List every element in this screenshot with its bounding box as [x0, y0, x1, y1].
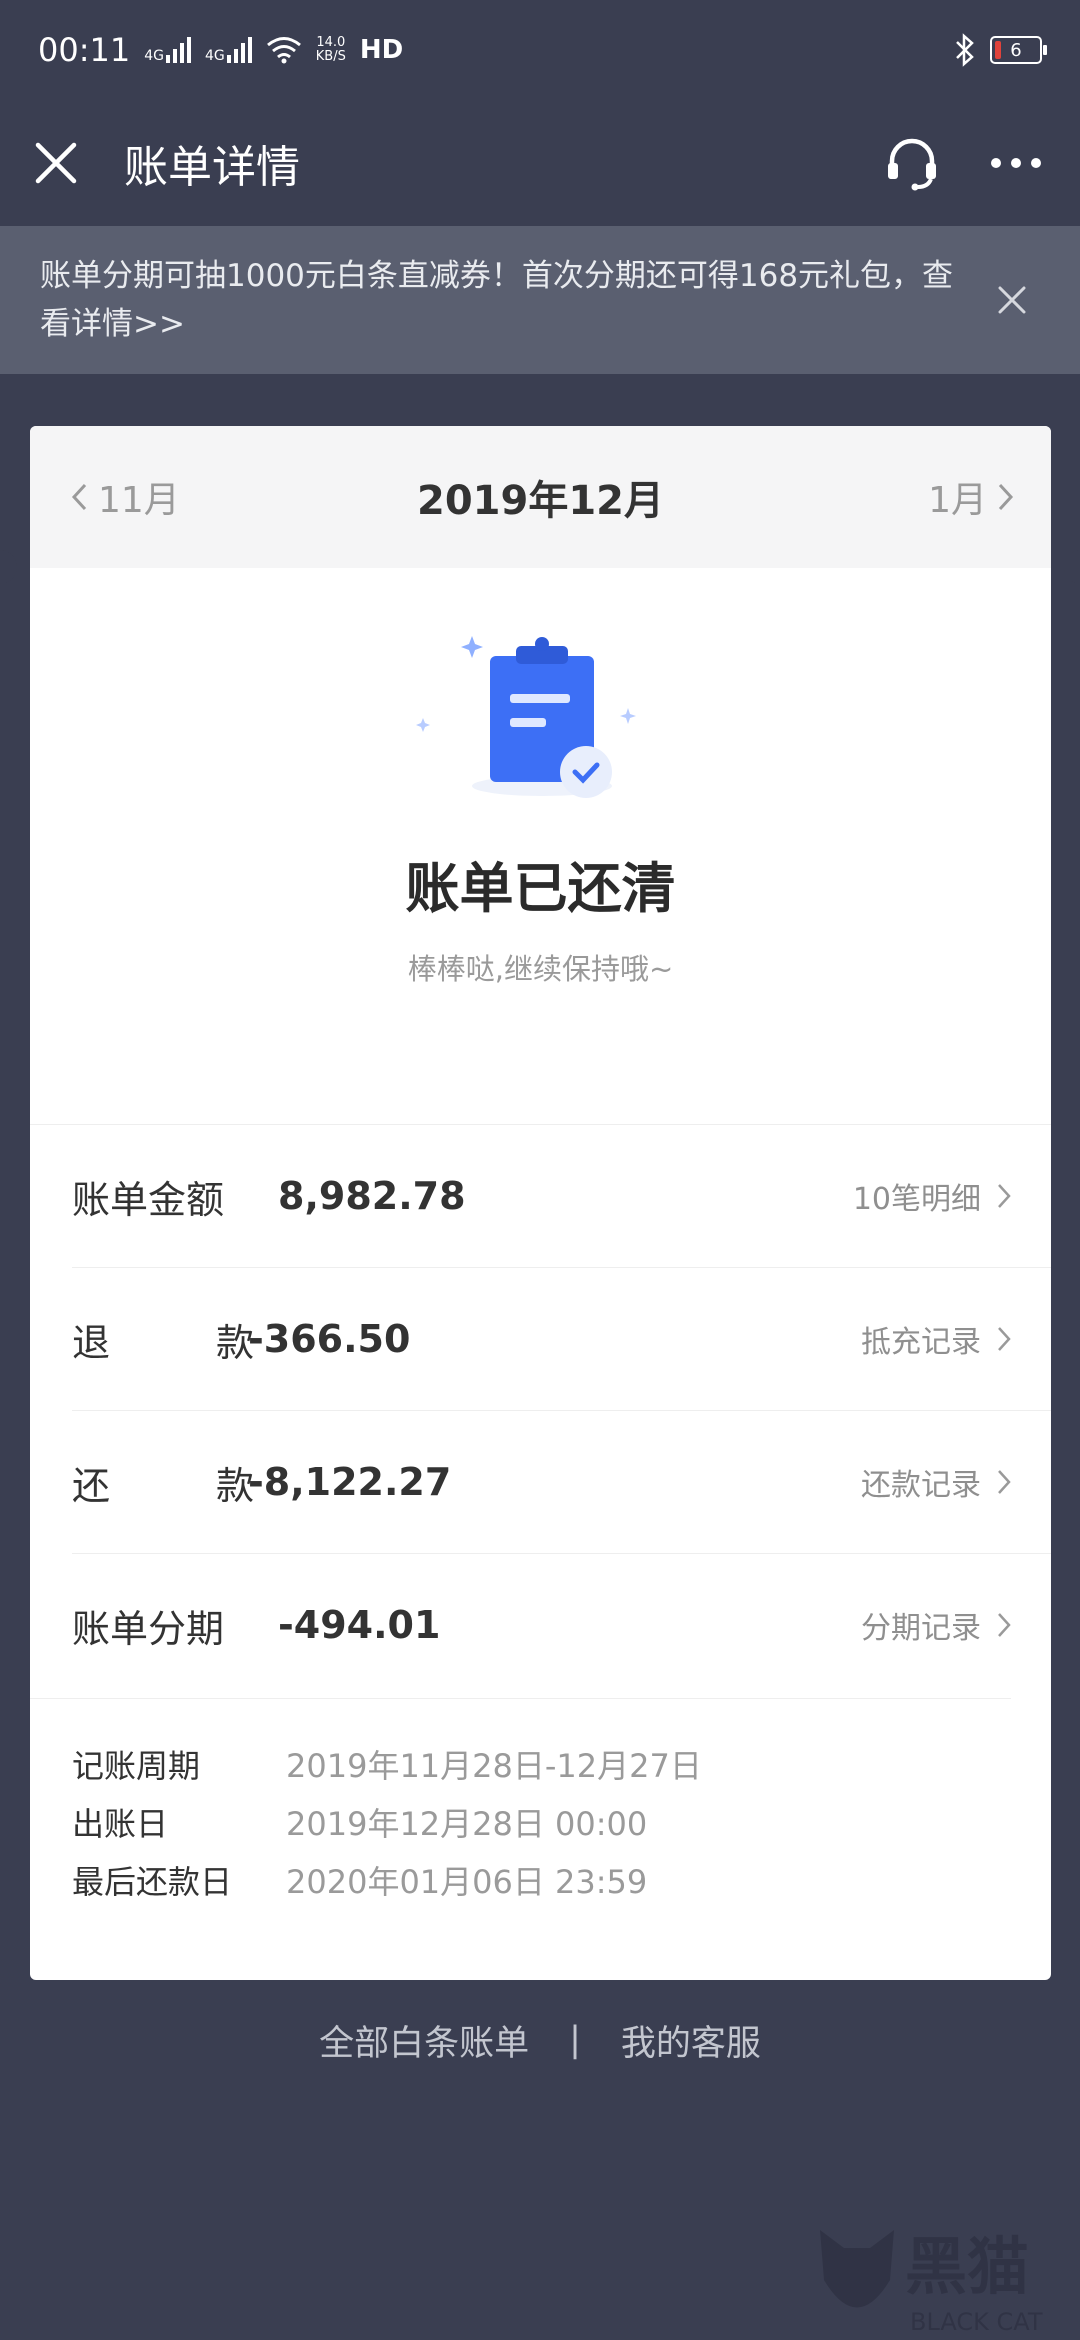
banner-close-button[interactable] — [984, 272, 1040, 328]
hd-indicator: HD — [359, 35, 404, 65]
watermark-sub: BLACK CAT — [910, 2308, 1043, 2336]
prev-month-label: 11月 — [98, 480, 180, 521]
chevron-right-icon — [998, 1327, 1011, 1351]
info-value: 2019年12月28日 00:00 — [286, 1805, 648, 1843]
info-key: 最后还款日 — [72, 1863, 233, 1901]
page-title: 账单详情 — [124, 142, 300, 193]
info-value: 2019年11月28日-12月27日 — [286, 1747, 702, 1785]
row-label: 退款 — [72, 1320, 254, 1365]
app-header: 账单详情 — [0, 100, 1080, 226]
next-month-button[interactable]: 1月 — [928, 471, 1015, 523]
month-navigator: 11月 2019年12月 1月 — [0, 426, 1080, 584]
card-notch — [1064, 550, 1080, 584]
net-speed: 14.0 KB/S — [315, 35, 346, 64]
repayment-row[interactable]: 还款 -8,122.27 还款记录 — [72, 1410, 1051, 1553]
info-row: 最后还款日 2020年01月06日 23:59 — [72, 1851, 1011, 1909]
bill-info: 记账周期 2019年11月28日-12月27日 出账日 2019年12月28日 … — [30, 1698, 1011, 1909]
close-icon — [998, 286, 1026, 314]
row-label: 账单金额 — [72, 1177, 225, 1222]
chevron-right-icon — [998, 483, 1014, 511]
chevron-left-icon — [71, 483, 87, 511]
repayment-record-link[interactable]: 还款记录 — [861, 1460, 1011, 1504]
status-title: 账单已还清 — [405, 857, 676, 920]
bluetooth-icon — [956, 33, 974, 67]
bill-summary: 账单金额 8,982.78 10笔明细 退款 -366.50 抵充记录 还款 -… — [30, 1124, 1051, 1696]
promo-banner[interactable]: 账单分期可抽1000元白条直减券！首次分期还可得168元礼包，查看详情>> — [0, 226, 1080, 374]
status-subtitle: 棒棒哒,继续保持哦~ — [407, 952, 674, 986]
more-button[interactable] — [984, 131, 1048, 195]
next-month-label: 1月 — [928, 480, 987, 521]
bill-amount-row[interactable]: 账单金额 8,982.78 10笔明细 — [30, 1124, 1051, 1267]
clipboard-check-icon — [416, 636, 636, 798]
all-bills-link[interactable]: 全部白条账单 — [319, 2015, 529, 2066]
customer-service-button[interactable] — [880, 131, 944, 195]
close-button[interactable] — [32, 139, 80, 187]
blackcat-watermark-logo: 黑猫 BLACK CAT — [820, 2230, 1043, 2336]
row-label: 账单分期 — [72, 1606, 225, 1651]
chevron-right-icon — [998, 1470, 1011, 1494]
bill-card: 11月 2019年12月 1月 账单已还清 棒棒哒,继续保持哦~ 账单金额 8,… — [0, 426, 1080, 1980]
battery-icon: 6 — [990, 36, 1047, 64]
footer-separator: | — [569, 2020, 581, 2060]
info-key: 记账周期 — [72, 1747, 201, 1785]
chevron-right-icon — [998, 1613, 1011, 1637]
info-value: 2020年01月06日 23:59 — [286, 1863, 648, 1901]
signal-icon-2: 4G — [205, 37, 252, 63]
headset-icon — [888, 138, 936, 191]
card-notch — [0, 550, 17, 584]
info-key: 出账日 — [72, 1805, 169, 1843]
chevron-right-icon — [998, 1184, 1011, 1208]
footer-links: 全部白条账单 | 我的客服 — [0, 2010, 1080, 2070]
info-row: 出账日 2019年12月28日 00:00 — [72, 1793, 1011, 1851]
more-icon — [991, 158, 1041, 168]
close-icon — [35, 142, 77, 184]
row-amount: -494.01 — [278, 1603, 441, 1647]
row-amount: -366.50 — [248, 1317, 411, 1361]
signal-icon-1: 4G — [144, 37, 191, 63]
details-link[interactable]: 10笔明细 — [853, 1174, 1011, 1218]
banner-text[interactable]: 账单分期可抽1000元白条直减券！首次分期还可得168元礼包，查看详情>> — [40, 252, 984, 348]
prev-month-button[interactable]: 11月 — [70, 471, 180, 523]
watermark-text: 黑猫 — [905, 2230, 1029, 2303]
current-month: 2019年12月 — [417, 478, 664, 524]
refund-row[interactable]: 退款 -366.50 抵充记录 — [72, 1267, 1051, 1410]
row-amount: -8,122.27 — [248, 1460, 452, 1504]
my-service-link[interactable]: 我的客服 — [621, 2015, 761, 2066]
info-row: 记账周期 2019年11月28日-12月27日 — [72, 1735, 1011, 1793]
status-time: 00:11 — [38, 31, 131, 69]
row-amount: 8,982.78 — [278, 1174, 466, 1218]
installment-record-link[interactable]: 分期记录 — [861, 1603, 1011, 1647]
wifi-icon — [266, 37, 301, 64]
row-label: 还款 — [72, 1463, 254, 1508]
offset-record-link[interactable]: 抵充记录 — [861, 1317, 1011, 1361]
status-bar: 00:11 4G 4G 14.0 KB/S HD 6 — [0, 0, 1080, 100]
installment-row[interactable]: 账单分期 -494.01 分期记录 — [72, 1553, 1051, 1696]
